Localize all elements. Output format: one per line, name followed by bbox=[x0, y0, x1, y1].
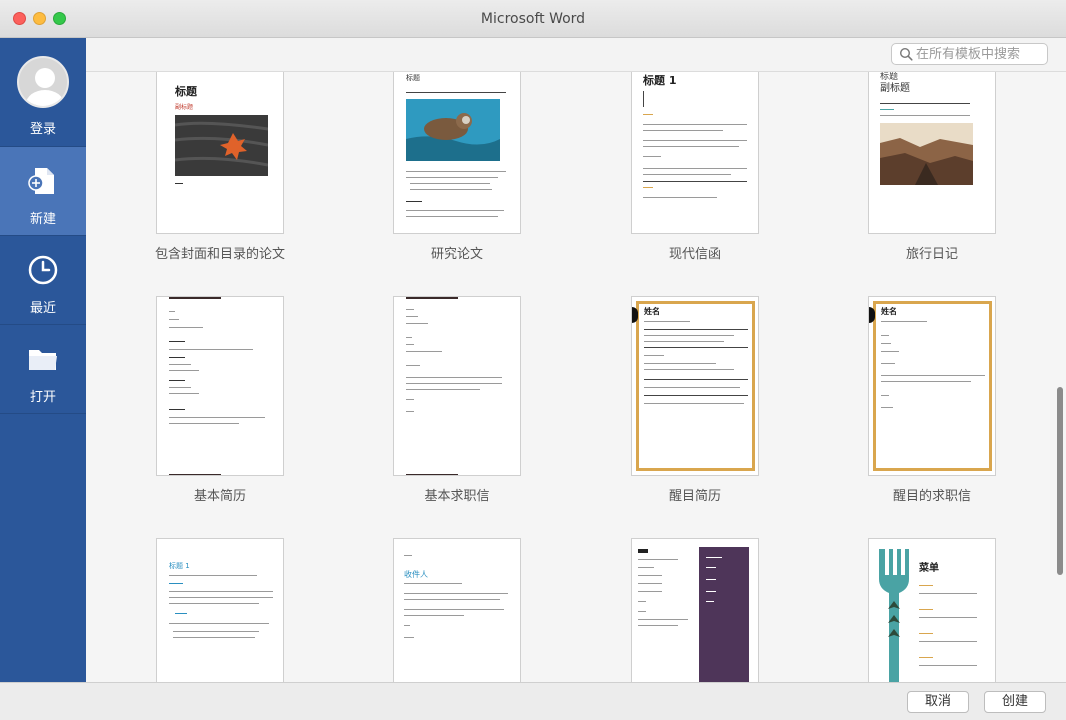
canyon-photo bbox=[880, 123, 973, 185]
template-name[interactable]: 研究论文 bbox=[357, 243, 557, 262]
folder-icon bbox=[29, 350, 57, 370]
template-name[interactable]: 包含封面和目录的论文 bbox=[120, 243, 320, 262]
window-title: Microsoft Word bbox=[480, 11, 586, 27]
clock-icon bbox=[28, 255, 58, 285]
fork-illustration bbox=[879, 549, 909, 682]
template-thumbnail[interactable]: 菜单 bbox=[868, 538, 996, 682]
template-preview-title: 标题 bbox=[175, 85, 197, 98]
template-preview-title: 菜单 bbox=[919, 563, 939, 574]
template-preview-subtitle: 副标题 bbox=[880, 83, 910, 94]
template-name[interactable]: 旅行日记 bbox=[832, 243, 1032, 262]
avatar bbox=[17, 56, 69, 108]
template-gallery: 标题 副标题 包含封面和目录的论文 标题 研究论文 标题 1 现代信函 标题 副… bbox=[86, 72, 1066, 682]
otter-photo bbox=[406, 99, 500, 161]
template-thumbnail[interactable] bbox=[631, 538, 759, 682]
vertical-scrollbar[interactable] bbox=[1055, 72, 1066, 682]
new-document-icon bbox=[28, 168, 54, 194]
template-thumbnail[interactable]: 标题 1 bbox=[631, 72, 759, 234]
title-bar: Microsoft Word bbox=[0, 0, 1066, 38]
template-preview-title: 标题 1 bbox=[169, 562, 190, 570]
template-thumbnail[interactable]: 标题 1 bbox=[156, 538, 284, 682]
template-preview-subtitle: 副标题 bbox=[175, 104, 194, 111]
cancel-button[interactable]: 取消 bbox=[907, 691, 969, 713]
sidebar: 登录 新建 最近 打开 bbox=[0, 38, 86, 682]
scrollbar-thumb[interactable] bbox=[1057, 387, 1063, 575]
sidebar-item-label: 最近 bbox=[29, 301, 56, 316]
template-name[interactable]: 基本简历 bbox=[120, 485, 320, 504]
sidebar-item-label: 打开 bbox=[29, 390, 56, 405]
toolbar bbox=[86, 38, 1066, 72]
template-name[interactable]: 醒目的求职信 bbox=[832, 485, 1032, 504]
template-thumbnail[interactable]: 标题 副标题 bbox=[156, 72, 284, 234]
sidebar-item-recent[interactable]: 最近 bbox=[0, 236, 86, 325]
template-thumbnail[interactable]: 姓名 bbox=[868, 296, 996, 476]
sidebar-item-open[interactable]: 打开 bbox=[0, 325, 86, 414]
template-search-box[interactable] bbox=[891, 43, 1048, 65]
search-icon bbox=[899, 47, 913, 61]
search-input[interactable] bbox=[916, 46, 1044, 63]
template-name[interactable]: 醒目简历 bbox=[595, 485, 795, 504]
template-thumbnail[interactable]: 姓名 bbox=[631, 296, 759, 476]
dialog-footer: 取消 创建 bbox=[0, 682, 1066, 720]
create-button[interactable]: 创建 bbox=[984, 691, 1046, 713]
template-preview-title: 标题 bbox=[406, 74, 420, 82]
template-thumbnail[interactable] bbox=[156, 296, 284, 476]
user-silhouette-icon bbox=[26, 68, 64, 106]
template-thumbnail[interactable] bbox=[393, 296, 521, 476]
template-preview-title: 姓名 bbox=[644, 307, 660, 316]
template-thumbnail[interactable]: 标题 副标题 bbox=[868, 72, 996, 234]
sidebar-item-login[interactable]: 登录 bbox=[0, 38, 86, 147]
sidebar-item-label: 新建 bbox=[29, 212, 56, 227]
template-preview-title: 姓名 bbox=[881, 307, 897, 316]
template-name[interactable]: 基本求职信 bbox=[357, 485, 557, 504]
leaf-photo bbox=[175, 115, 268, 176]
template-preview-title: 标题 1 bbox=[643, 74, 677, 87]
sidebar-item-label: 登录 bbox=[29, 122, 56, 137]
template-preview-title: 收件人 bbox=[404, 570, 428, 579]
word-template-gallery-window: Microsoft Word 登录 bbox=[0, 0, 1066, 720]
template-thumbnail[interactable]: 收件人 bbox=[393, 538, 521, 682]
sidebar-item-new[interactable]: 新建 bbox=[0, 147, 86, 236]
template-name[interactable]: 现代信函 bbox=[595, 243, 795, 262]
template-thumbnail[interactable]: 标题 bbox=[393, 72, 521, 234]
